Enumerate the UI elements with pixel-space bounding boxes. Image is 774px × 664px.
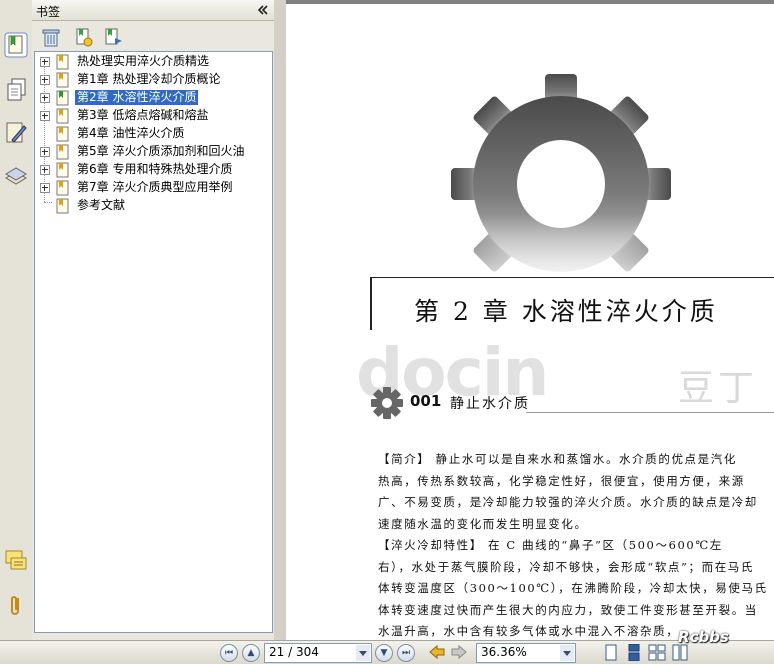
trash-icon[interactable] <box>40 26 62 48</box>
chapter-title: 第 2 章 水溶性淬火介质 <box>414 297 718 326</box>
expand-toggle-icon[interactable] <box>40 93 50 103</box>
bookmark-label: 第5章 淬火介质添加剂和回火油 <box>77 144 245 158</box>
body-line: 右），水处于蒸气膜阶段，冷却不够快，会形成“软点”；而在马氏 <box>378 559 755 574</box>
bookmarks-panel: 书签 热处理实用淬火介质精选 第1章 热处理冷却介质概论 第2章 水溶性淬火介质… <box>32 0 274 640</box>
zoom-field[interactable]: 36.36% <box>476 643 576 663</box>
go-forward-button[interactable] <box>450 644 468 660</box>
body-line: 热高，传热系数较高，化学稳定性好，很便宜，使用方便，来源 <box>378 473 745 488</box>
bookmark-item[interactable]: 参考文献 <box>35 197 272 215</box>
body-line: 广、不易变质，是冷却能力较强的淬火介质。水介质的缺点是冷却 <box>378 495 758 509</box>
panel-title: 书签 <box>36 5 61 19</box>
bookmark-label: 热处理实用淬火介质精选 <box>77 54 210 68</box>
bookmark-icon <box>55 108 71 124</box>
body-line: 【简介】 静止水可以是自来水和蒸馏水。水介质的优点是汽化 <box>378 452 737 466</box>
chevron-down-icon[interactable] <box>560 645 574 661</box>
bookmark-label: 第6章 专用和特殊热处理介质 <box>77 162 233 176</box>
first-page-button[interactable]: ⏮ <box>220 644 238 662</box>
expand-toggle-icon[interactable] <box>40 75 50 85</box>
comments-icon[interactable] <box>4 548 28 574</box>
double-chevron-left-icon[interactable] <box>256 3 270 17</box>
last-page-icon: ⏭ <box>401 648 411 658</box>
section-number: 001 <box>410 392 442 410</box>
section-gear-icon <box>371 387 403 419</box>
bookmark-icon <box>55 72 71 88</box>
bookmark-label: 第7章 淬火介质典型应用举例 <box>77 180 233 194</box>
bookmark-label: 第1章 热处理冷却介质概论 <box>77 72 221 86</box>
arrow-up-icon: ▲ <box>247 648 255 658</box>
expand-toggle-icon[interactable] <box>40 111 50 121</box>
body-line: 【淬火冷却特性】 在 C 曲线的“鼻子”区（500～600℃左 <box>378 538 723 552</box>
chevron-down-icon[interactable] <box>356 645 370 661</box>
panel-splitter[interactable] <box>274 0 286 640</box>
bookmark-icon <box>55 54 71 70</box>
single-page-icon <box>605 644 617 661</box>
bookmark-item[interactable]: 第7章 淬火介质典型应用举例 <box>35 179 272 197</box>
bookmark-item[interactable]: 第5章 淬火介质添加剂和回火油 <box>35 143 272 161</box>
facing-pages-icon <box>648 644 666 661</box>
zoom-value: 36.36% <box>481 645 527 659</box>
first-page-icon: ⏮ <box>224 648 234 658</box>
layers-icon[interactable] <box>4 164 28 190</box>
bookmark-icon <box>55 198 71 214</box>
bookmark-icon <box>55 126 71 142</box>
last-page-button[interactable]: ⏭ <box>397 644 415 662</box>
body-line: 体转变温度区（300～100℃），在沸腾阶段，冷却太快，易使马氏 <box>378 581 768 595</box>
section-title: 静止水介质 <box>450 396 530 412</box>
pages-icon[interactable] <box>4 77 28 103</box>
bookmark-item[interactable]: 第1章 热处理冷却介质概论 <box>35 71 272 89</box>
page-number-value: 21 / 304 <box>269 645 319 659</box>
brand-watermark: Rcbbs <box>678 628 729 646</box>
expand-toggle-icon[interactable] <box>40 57 50 67</box>
new-bookmark-icon[interactable] <box>72 26 94 48</box>
facing-view-button[interactable] <box>648 644 666 661</box>
expand-toggle-icon[interactable] <box>40 165 50 175</box>
expand-toggle-icon[interactable] <box>40 183 50 193</box>
body-line: 速度随水温的变化而发生明显变化。 <box>378 516 588 531</box>
expand-toggle-icon[interactable] <box>40 147 50 157</box>
single-page-view-button[interactable] <box>602 644 620 661</box>
bookmark-icon <box>55 180 71 196</box>
bookmark-label: 第2章 水溶性淬火介质 <box>75 90 199 105</box>
bookmark-item[interactable]: 第6章 专用和特殊热处理介质 <box>35 161 272 179</box>
bookmarks-icon[interactable] <box>4 32 28 58</box>
bookmark-label: 第4章 油性淬火介质 <box>77 126 185 140</box>
attachments-icon[interactable] <box>4 593 28 619</box>
body-line: 水温升高，水中含有较多气体或水中混入不溶杂质， <box>378 624 680 638</box>
bookmark-item[interactable]: 第3章 低熔点熔碱和熔盐 <box>35 107 272 125</box>
bookmark-toolbar <box>32 21 274 51</box>
expand-bookmark-icon[interactable] <box>102 26 124 48</box>
continuous-facing-view-button[interactable] <box>671 644 689 661</box>
bookmark-label: 参考文献 <box>77 198 126 212</box>
next-page-button[interactable]: ▼ <box>375 644 393 662</box>
arrow-down-icon: ▼ <box>380 648 388 658</box>
page-number-field[interactable]: 21 / 304 <box>264 643 372 663</box>
document-viewport[interactable]: 第 2 章 水溶性淬火介质 docin 豆丁 001 静止水介质 【简介】 静止… <box>286 0 774 644</box>
arrow-right-icon <box>451 644 467 660</box>
navigation-bar: ⏮ ▲ 21 / 304 ▼ ⏭ 36.36% <box>0 640 774 664</box>
arrow-left-icon <box>429 644 445 660</box>
document-page: 第 2 章 水溶性淬火介质 docin 豆丁 001 静止水介质 【简介】 静止… <box>286 4 774 644</box>
gear-fade <box>426 214 716 284</box>
navigation-pane-strip <box>0 0 33 640</box>
watermark-cn: 豆丁 <box>678 368 759 409</box>
bookmark-icon <box>55 90 71 106</box>
section-rule <box>526 412 774 413</box>
bookmark-tree: 热处理实用淬火介质精选 第1章 热处理冷却介质概论 第2章 水溶性淬火介质 第3章 低… <box>34 51 273 633</box>
bookmark-item[interactable]: 第4章 油性淬火介质 <box>35 125 272 143</box>
continuous-page-icon <box>628 643 640 662</box>
continuous-facing-icon <box>672 644 688 661</box>
body-line: 体转变速度过快而产生很大的内应力，致使工件变形甚至开裂。当 <box>378 602 758 617</box>
annotations-icon[interactable] <box>4 120 28 146</box>
bookmark-item[interactable]: 热处理实用淬火介质精选 <box>35 53 272 71</box>
continuous-view-button[interactable] <box>625 643 643 662</box>
bookmark-icon <box>55 162 71 178</box>
go-back-button[interactable] <box>428 644 446 660</box>
bookmark-icon <box>55 144 71 160</box>
previous-page-button[interactable]: ▲ <box>242 644 260 662</box>
bookmark-item[interactable]: 第2章 水溶性淬火介质 <box>35 89 272 107</box>
bookmark-label: 第3章 低熔点熔碱和熔盐 <box>77 108 209 122</box>
panel-header: 书签 <box>32 0 274 21</box>
